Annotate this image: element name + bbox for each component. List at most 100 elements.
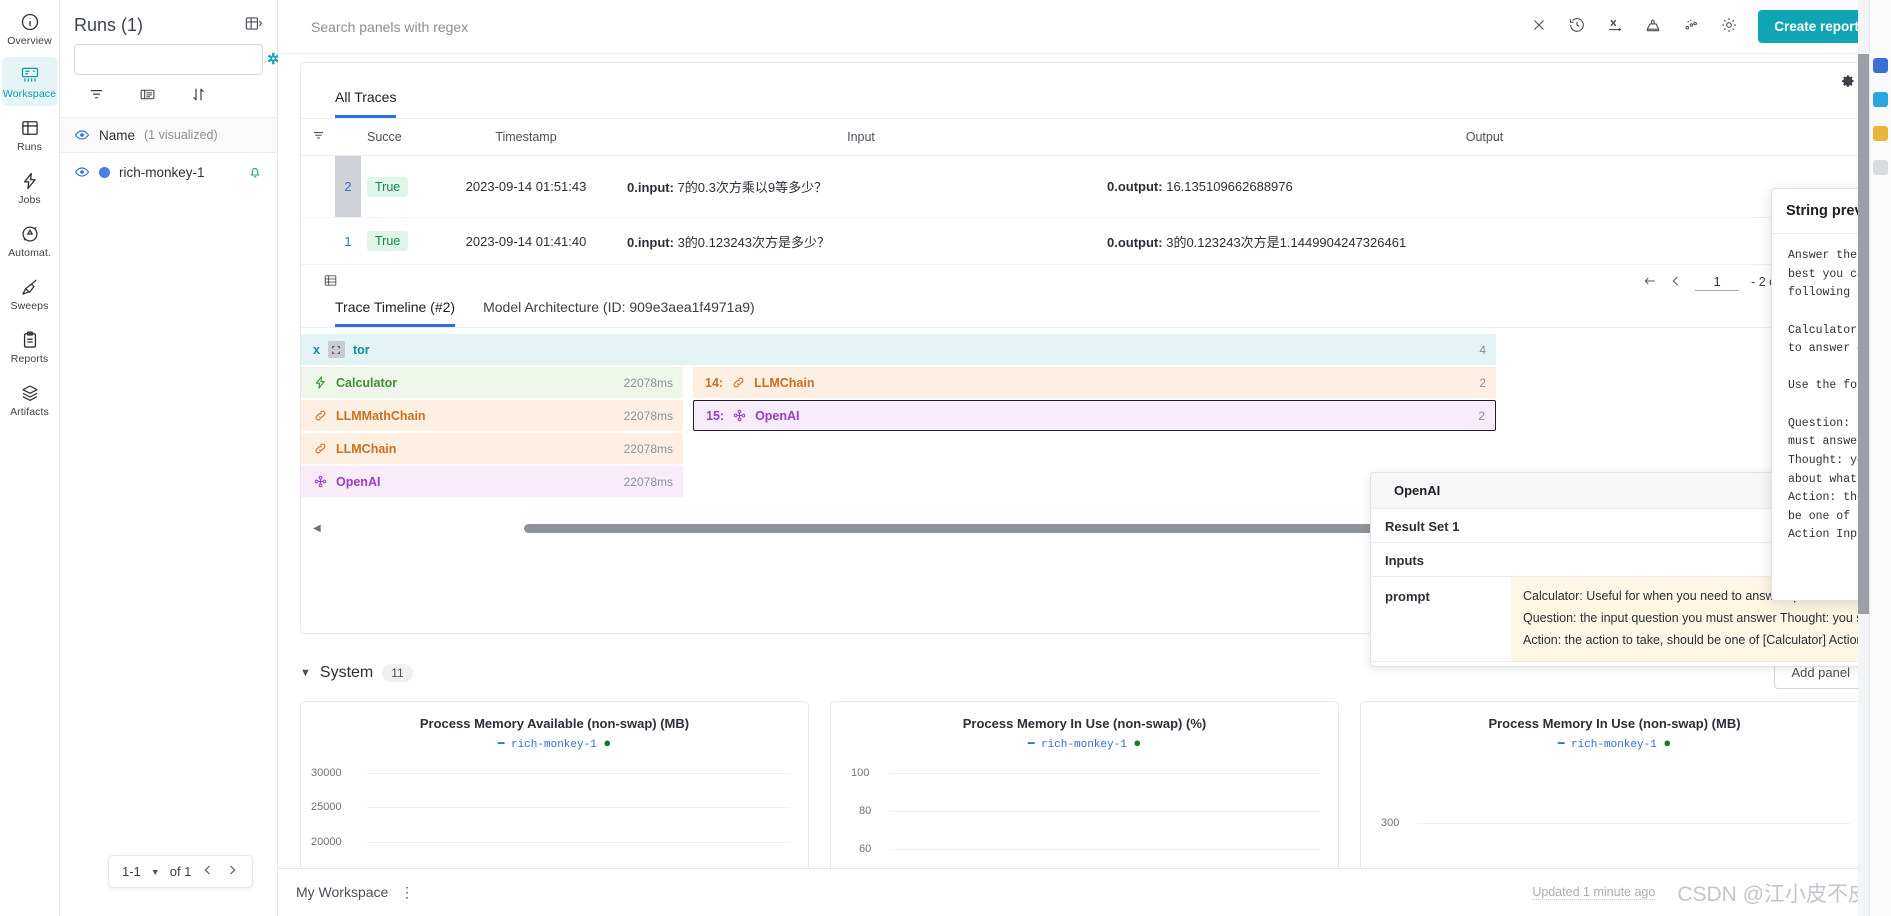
filter-icon[interactable]	[88, 86, 105, 106]
table-row[interactable]: 1 True 2023-09-14 01:41:40 0.input: 3的0.…	[301, 217, 1868, 265]
legend-label: rich-monkey-1	[510, 739, 597, 751]
columns-icon[interactable]	[139, 86, 156, 106]
timeline-span-duration: 22078ms	[623, 408, 673, 423]
extension-icon-1[interactable]	[1873, 58, 1888, 73]
chevron-right-icon[interactable]	[225, 863, 239, 880]
chevron-down-icon[interactable]: ▼	[300, 667, 311, 679]
detail-prompt-key: prompt	[1385, 589, 1430, 604]
sidebar-label-artifacts: Artifacts	[10, 406, 49, 418]
col-success[interactable]: Succe	[361, 119, 431, 156]
sidebar-item-runs[interactable]: Runs	[2, 110, 58, 159]
chain-icon	[313, 441, 328, 456]
sidebar-item-sweeps[interactable]: Sweeps	[2, 269, 58, 318]
gridline	[889, 849, 1320, 850]
arrow-left-icon[interactable]	[1643, 274, 1657, 291]
history-button[interactable]	[1560, 10, 1594, 44]
row-output[interactable]: 0.output: 3的0.123243次方是1.144990424732646…	[1101, 217, 1868, 265]
row-success: True	[361, 155, 431, 218]
timeline-span-duration: 22078ms	[623, 441, 673, 456]
outliers-button[interactable]	[1674, 10, 1708, 44]
trace-page-input[interactable]	[1695, 273, 1740, 291]
extension-icon-4[interactable]	[1873, 160, 1888, 175]
timeline-span-calculator[interactable]: Calculator 22078ms	[301, 367, 683, 398]
grid-icon[interactable]	[323, 273, 338, 291]
timeline-child-duration: 2	[1478, 408, 1485, 423]
row-index[interactable]: 2	[335, 155, 361, 218]
chevron-down-icon[interactable]: ▼	[151, 867, 160, 877]
clear-search-button[interactable]	[1522, 10, 1556, 44]
filter-lines-icon-header[interactable]	[301, 119, 335, 156]
y-tick-label: 100	[851, 767, 870, 779]
sidebar-item-automations[interactable]: Automat.	[2, 216, 58, 265]
timeline-child-openai[interactable]: 15: OpenAI 2	[693, 400, 1496, 431]
extension-icon-2[interactable]	[1873, 92, 1888, 107]
timeline-span-agent[interactable]: x tor 4	[301, 334, 1496, 365]
row-input[interactable]: 0.input: 7的0.3次方乘以9等多少？	[621, 155, 1101, 218]
sidebar-item-overview[interactable]: Overview	[2, 4, 58, 53]
runs-search-input[interactable]	[83, 51, 267, 68]
panel-search-input[interactable]	[309, 17, 1509, 36]
table-row[interactable]: 2 True 2023-09-14 01:51:43 0.input: 7的0.…	[301, 155, 1868, 218]
scroll-thumb[interactable]	[523, 524, 1449, 533]
tab-model-architecture[interactable]: Model Architecture (ID: 909e3aea1f4971a9…	[483, 299, 755, 327]
tab-trace-timeline[interactable]: Trace Timeline (#2)	[335, 299, 456, 327]
bolt-icon	[20, 171, 40, 191]
tab-all-traces[interactable]: All Traces	[335, 89, 397, 118]
eye-icon[interactable]	[74, 127, 90, 143]
chevron-left-icon[interactable]	[201, 863, 215, 880]
row-input[interactable]: 0.input: 3的0.123243次方是多少？	[621, 217, 1101, 265]
sidebar-label-overview: Overview	[7, 35, 52, 47]
page-scrollbar-thumb[interactable]	[1858, 54, 1869, 614]
row-index[interactable]: 1	[335, 217, 361, 265]
list-item[interactable]: rich-monkey-1	[60, 153, 277, 191]
extension-icon-3[interactable]	[1873, 126, 1888, 141]
runs-pager-range[interactable]: 1-1	[122, 864, 141, 879]
row-input-value: 7的0.3次方乘以9等多少？	[677, 180, 828, 195]
sidebar-item-artifacts[interactable]: Artifacts	[2, 375, 58, 424]
scroll-left-icon[interactable]: ◀	[313, 523, 321, 534]
panel-layout-icon[interactable]	[244, 14, 263, 36]
timeline-span-llmchain[interactable]: LLMChain 22078ms	[301, 433, 683, 464]
layers-icon	[20, 383, 40, 403]
panel-toolbar: Create report	[278, 0, 1891, 54]
smoothing-button[interactable]	[1636, 10, 1670, 44]
bell-icon[interactable]	[247, 164, 263, 180]
runs-title: Runs (1)	[74, 14, 144, 35]
runs-header: Runs (1)	[60, 0, 277, 44]
system-header-left[interactable]: ▼ System 11	[300, 663, 413, 682]
row-output-value: 16.135109662688976	[1166, 179, 1293, 194]
col-input[interactable]: Input	[621, 119, 1101, 156]
runs-visualized-count: (1 visualized)	[144, 128, 218, 142]
sidebar-item-workspace[interactable]: Workspace	[1, 57, 58, 106]
panel-search-box[interactable]	[290, 8, 1519, 52]
sidebar-item-jobs[interactable]: Jobs	[2, 163, 58, 212]
col-output[interactable]: Output	[1101, 119, 1868, 156]
y-tick-label: 300	[1381, 817, 1400, 829]
row-success: True	[361, 217, 431, 265]
x-axis-button[interactable]	[1598, 10, 1632, 44]
runs-pager: 1-1 ▼ of 1	[108, 855, 254, 888]
timeline-span-prefix: x	[313, 342, 320, 357]
timeline-span-openai[interactable]: OpenAI 22078ms	[301, 466, 683, 497]
workspace-app: Overview Workspace Runs Jobs Automat. Sw…	[0, 0, 1891, 916]
sort-icon[interactable]	[190, 86, 207, 106]
timeline-span-llmmathchain[interactable]: LLMMathChain 22078ms	[301, 400, 683, 431]
timeline-child-llmchain[interactable]: 14: LLMChain 2	[693, 367, 1496, 398]
workspace-name[interactable]: My Workspace	[296, 884, 388, 900]
row-output[interactable]: 0.output: 16.135109662688976	[1101, 155, 1868, 218]
eye-icon[interactable]	[74, 164, 90, 180]
chart-title: Process Memory Available (non-swap) (MB)	[419, 716, 690, 731]
trace-detail-tabs: Trace Timeline (#2) Model Architecture (…	[301, 291, 1868, 328]
settings-button[interactable]	[1712, 10, 1746, 44]
sidebar-item-reports[interactable]: Reports	[2, 322, 58, 371]
col-timestamp[interactable]: Timestamp	[431, 119, 621, 156]
kebab-menu-icon[interactable]: ⋮	[400, 884, 415, 900]
chevron-left-icon[interactable]	[1669, 274, 1683, 291]
timeline-span-duration: 22078ms	[623, 474, 673, 489]
expand-icon[interactable]	[327, 341, 345, 358]
left-nav-rail: Overview Workspace Runs Jobs Automat. Sw…	[0, 0, 60, 916]
runs-search-box[interactable]: ✲	[74, 44, 280, 85]
timeline-span-label: OpenAI	[336, 474, 381, 489]
traces-table-body: 2 True 2023-09-14 01:51:43 0.input: 7的0.…	[301, 155, 1868, 265]
workspace-footer: My Workspace ⋮ Updated 1 minute ago CSDN…	[278, 868, 1891, 916]
